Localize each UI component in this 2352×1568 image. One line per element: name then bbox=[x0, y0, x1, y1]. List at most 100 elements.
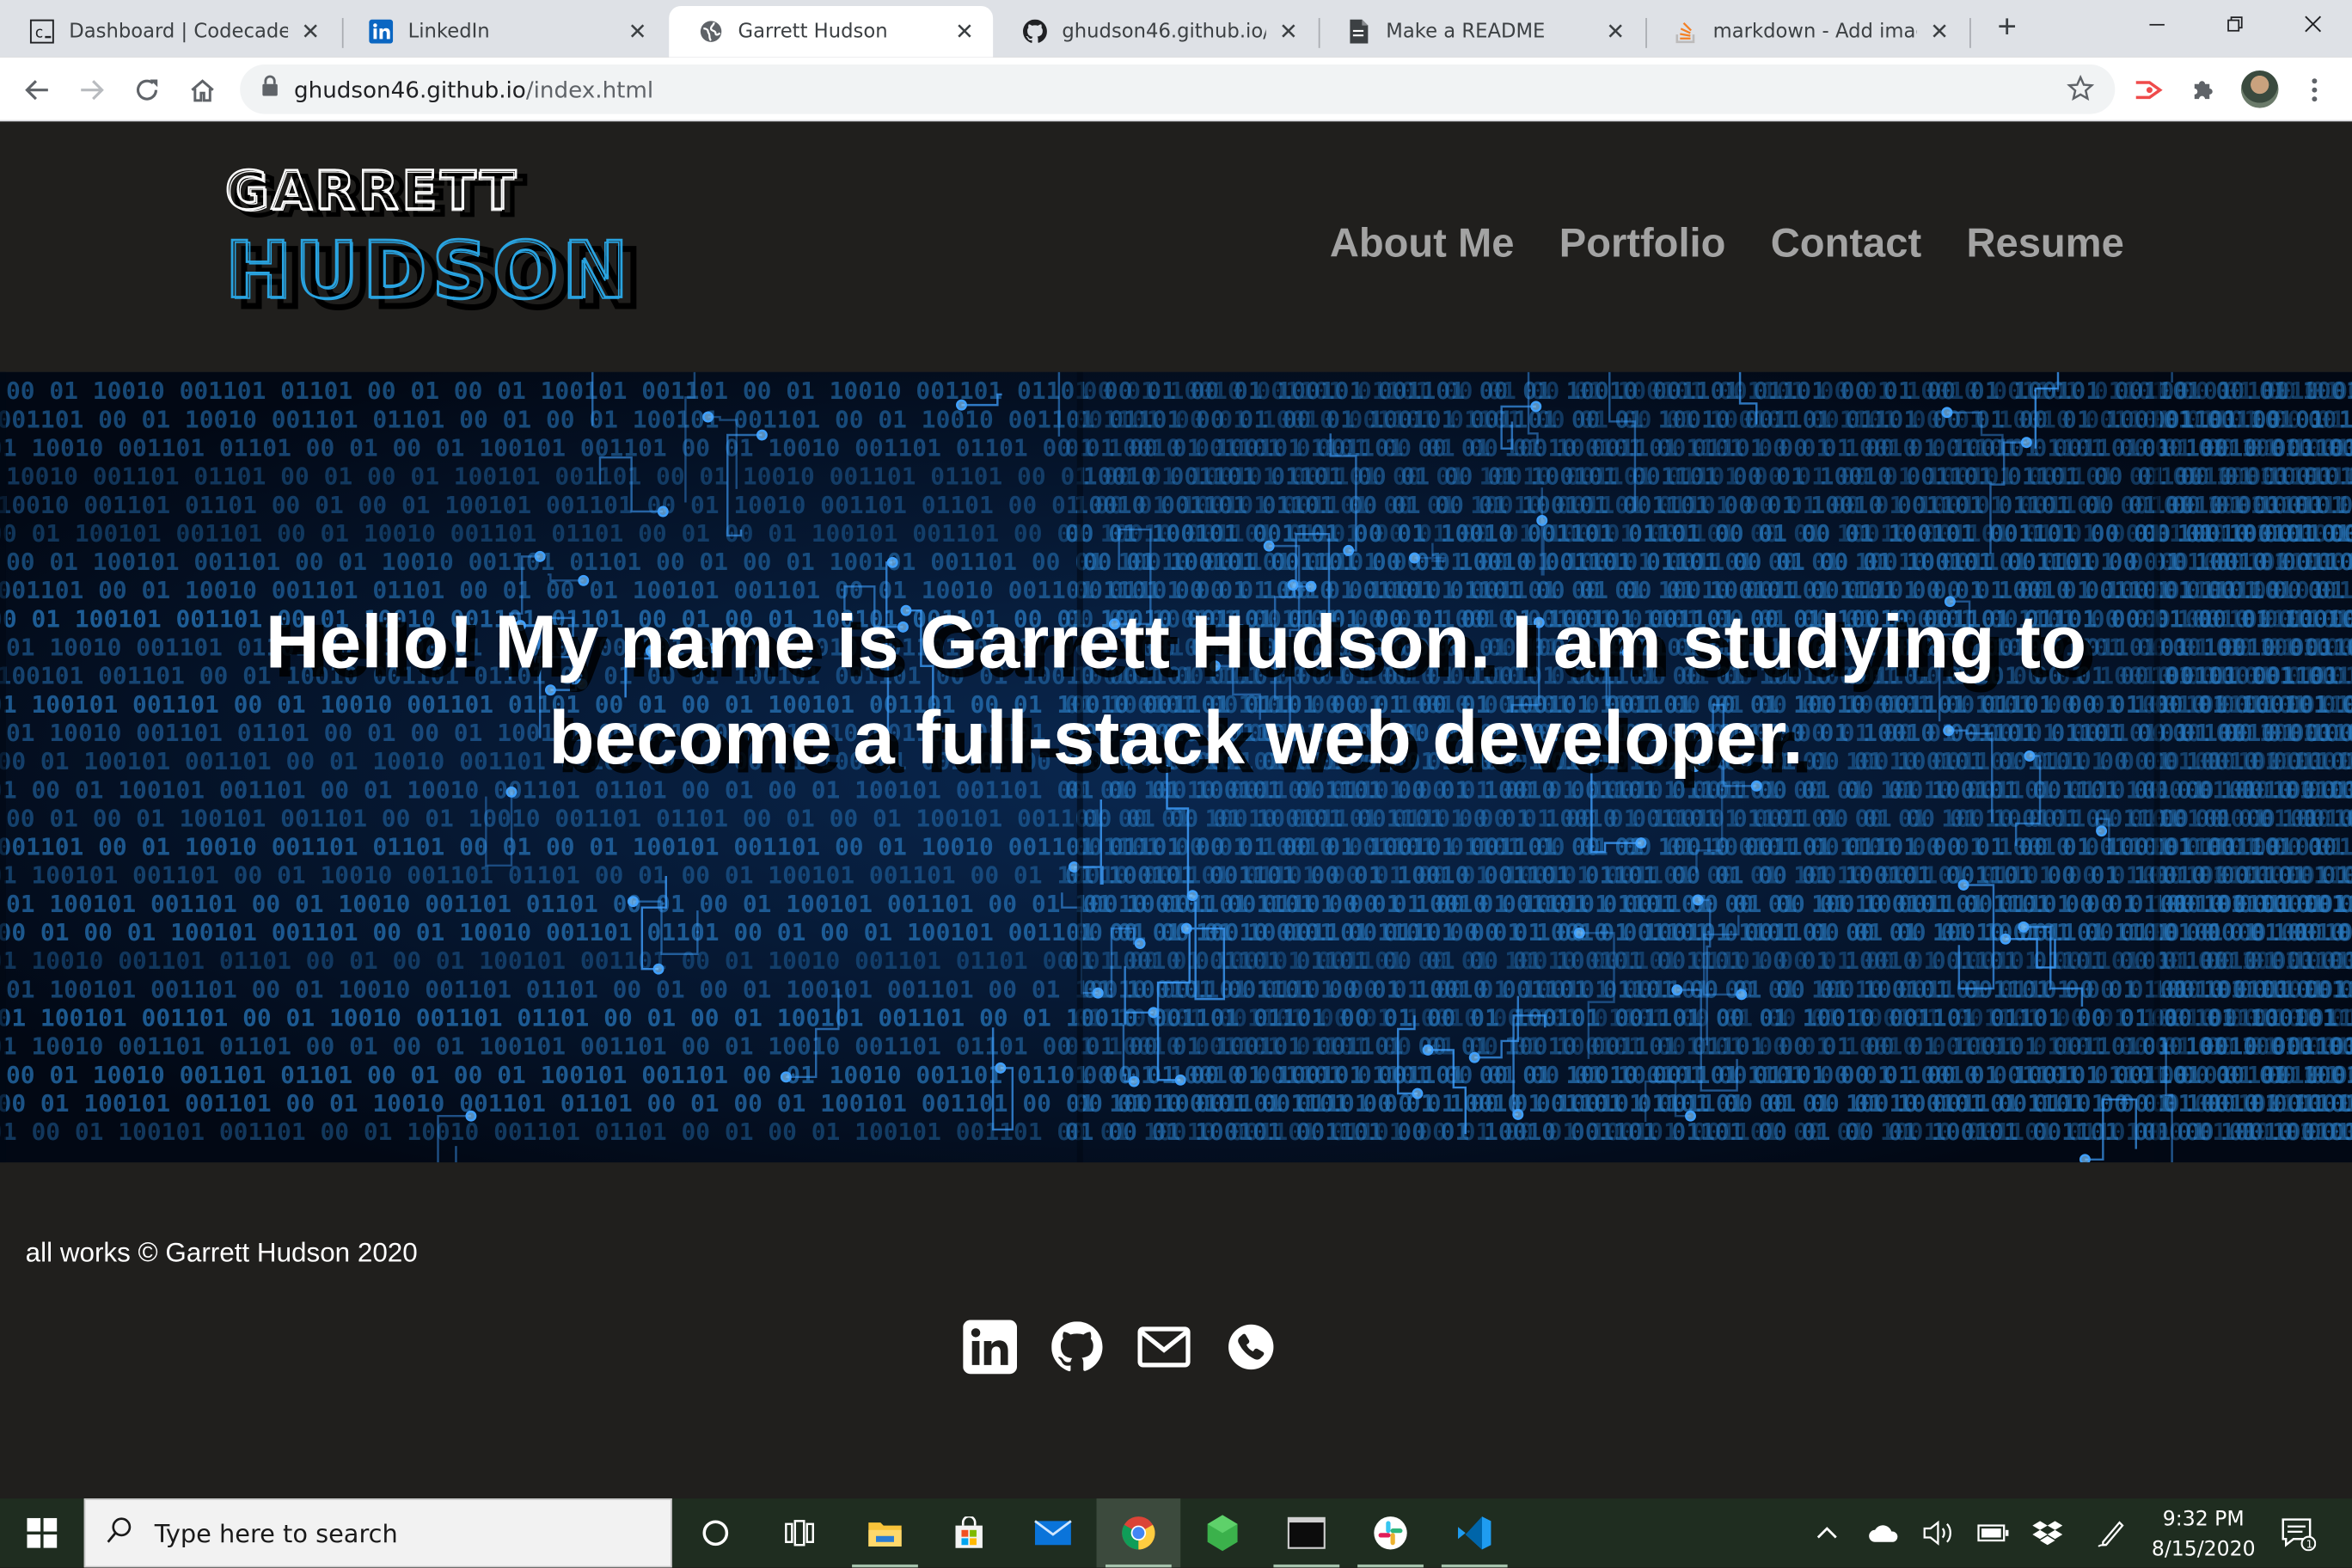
file-explorer-icon[interactable] bbox=[843, 1498, 928, 1568]
svg-text:00 01 10010 001101 01101 00 01: 00 01 10010 001101 01101 00 01 00 01 100… bbox=[2160, 1061, 2352, 1089]
lock-icon[interactable] bbox=[261, 75, 279, 103]
url-text[interactable]: ghudson46.github.io/index.html bbox=[294, 76, 653, 102]
svg-text:HUDSON: HUDSON bbox=[229, 228, 631, 312]
close-icon[interactable]: ✕ bbox=[297, 18, 323, 45]
close-icon[interactable]: ✕ bbox=[1275, 18, 1302, 45]
svg-text:01 00 01 100101 001101 00 01 1: 01 00 01 100101 001101 00 01 10010 00110… bbox=[2142, 1118, 2352, 1146]
social-links bbox=[961, 1319, 1277, 1375]
notifications-icon[interactable]: 1 bbox=[2273, 1498, 2324, 1567]
linkedin-icon[interactable] bbox=[961, 1319, 1017, 1375]
svg-text:10010 001101 01101 00 01 00 01: 10010 001101 01101 00 01 00 01 100101 00… bbox=[2151, 491, 2352, 519]
svg-text:01 10010 001101 01101 00 01 00: 01 10010 001101 01101 00 01 00 01 100101… bbox=[2142, 433, 2352, 462]
cast-extension-icon[interactable] bbox=[2127, 69, 2169, 111]
close-icon[interactable]: ✕ bbox=[1926, 18, 1952, 45]
svg-text:01 100101 001101 00 01 10010 0: 01 100101 001101 00 01 10010 001101 0110… bbox=[2160, 890, 2352, 918]
restore-button[interactable] bbox=[2196, 0, 2275, 48]
svg-text:01 100101 001101 00 01 10010 0: 01 100101 001101 00 01 10010 001101 0110… bbox=[2142, 861, 2352, 890]
svg-text:00 01 00 01 100101 001101 00 0: 00 01 00 01 100101 001101 00 01 10010 00… bbox=[2151, 918, 2352, 946]
forward-button[interactable] bbox=[70, 69, 113, 111]
hero-banner: 00 01 10010 001101 01101 00 01 00 01 100… bbox=[0, 371, 2352, 1163]
menu-kebab-icon[interactable] bbox=[2294, 69, 2336, 111]
svg-text:01 100101 001101 00 01 10010 0: 01 100101 001101 00 01 10010 001101 0110… bbox=[2160, 975, 2352, 1003]
nav-contact[interactable]: Contact bbox=[1771, 221, 1921, 267]
notification-count-badge: 1 bbox=[2306, 1538, 2313, 1550]
node-hexagon-icon[interactable] bbox=[1180, 1498, 1265, 1567]
microsoft-store-icon[interactable] bbox=[927, 1498, 1011, 1567]
svg-text:01 100101 001101 00 01 10010 0: 01 100101 001101 00 01 10010 001101 0110… bbox=[2151, 1004, 2352, 1032]
site-header: GARRETT GARRETT GARRETT HUDSON HUDSON HU… bbox=[0, 121, 2352, 372]
search-icon bbox=[107, 1516, 133, 1550]
clock-date: 8/15/2020 bbox=[2151, 1537, 2256, 1562]
dropbox-icon[interactable] bbox=[2026, 1498, 2068, 1567]
new-tab-button[interactable]: + bbox=[1989, 8, 2025, 46]
windows-start-icon[interactable] bbox=[0, 1498, 84, 1567]
onedrive-cloud-icon[interactable] bbox=[1863, 1498, 1905, 1567]
svg-text:00 01 00 01 100101 001101 00 0: 00 01 00 01 100101 001101 00 01 10010 00… bbox=[2160, 804, 2352, 832]
tab-github-readme[interactable]: ghudson46.github.io/README ✕ bbox=[993, 6, 1317, 57]
site-footer: all works © Garrett Hudson 2020 bbox=[0, 1162, 2352, 1499]
svg-text:00 01 100101 001101 00 01 1001: 00 01 100101 001101 00 01 10010 001101 0… bbox=[2151, 1089, 2352, 1118]
hero-heading: Hello! My name is Garrett Hudson. I am s… bbox=[265, 599, 2087, 781]
home-button[interactable] bbox=[181, 69, 224, 111]
nav-about-me[interactable]: About Me bbox=[1330, 221, 1515, 267]
task-view-icon[interactable] bbox=[757, 1498, 842, 1567]
nav-portfolio[interactable]: Portfolio bbox=[1559, 221, 1726, 267]
tab-markdown-add-image[interactable]: markdown - Add image ✕ bbox=[1644, 6, 1968, 57]
search-placeholder: Type here to search bbox=[154, 1518, 398, 1547]
back-button[interactable] bbox=[16, 69, 58, 111]
taskbar-search-input[interactable]: Type here to search bbox=[83, 1498, 672, 1568]
nav-resume[interactable]: Resume bbox=[1966, 221, 2123, 267]
document-icon bbox=[1347, 19, 1371, 44]
main-nav: About Me Portfolio Contact Resume bbox=[1330, 221, 2124, 267]
battery-icon[interactable] bbox=[1973, 1498, 2015, 1567]
svg-text:10010 001101 01101 00 01 00 01: 10010 001101 01101 00 01 00 01 100101 00… bbox=[2160, 462, 2352, 491]
show-hidden-icons-chevron-icon[interactable] bbox=[1808, 1498, 1847, 1567]
profile-avatar[interactable] bbox=[2240, 70, 2279, 108]
svg-text:01 10010 001101 01101 00 01 00: 01 10010 001101 01101 00 01 00 01 100101… bbox=[2142, 946, 2352, 975]
close-icon[interactable]: ✕ bbox=[951, 18, 977, 45]
tab-make-readme[interactable]: Make a README ✕ bbox=[1317, 6, 1644, 57]
copyright-text: all works © Garrett Hudson 2020 bbox=[25, 1237, 418, 1268]
clock-time: 9:32 PM bbox=[2162, 1507, 2245, 1532]
github-icon[interactable] bbox=[1049, 1319, 1105, 1375]
extensions-puzzle-icon[interactable] bbox=[2183, 69, 2225, 111]
email-icon[interactable] bbox=[1136, 1319, 1191, 1375]
codecademy-icon: c bbox=[29, 19, 54, 44]
close-window-button[interactable] bbox=[2274, 0, 2352, 48]
cortana-icon[interactable] bbox=[673, 1498, 757, 1567]
close-icon[interactable]: ✕ bbox=[624, 18, 651, 45]
svg-text:001101 00 01 10010 001101 0110: 001101 00 01 10010 001101 01101 00 01 00… bbox=[2151, 833, 2352, 861]
tab-strip: c Dashboard | Codecademy ✕ LinkedIn ✕ Ga… bbox=[0, 0, 2352, 58]
tab-garrett-hudson[interactable]: Garrett Hudson ✕ bbox=[669, 5, 994, 58]
taskbar-clock[interactable]: 9:32 PM 8/15/2020 bbox=[2136, 1504, 2271, 1565]
globe-icon bbox=[699, 20, 723, 44]
svg-text:00 01 100101 001101 00 01 1001: 00 01 100101 001101 00 01 10010 001101 0… bbox=[2142, 519, 2352, 548]
linkedin-icon bbox=[369, 19, 394, 44]
svg-text:c: c bbox=[34, 25, 44, 42]
phone-icon[interactable] bbox=[1222, 1319, 1278, 1375]
svg-text:00 01 10010 001101 01101 00 01: 00 01 10010 001101 01101 00 01 00 01 100… bbox=[2160, 377, 2352, 405]
site-logo[interactable]: GARRETT GARRETT GARRETT HUDSON HUDSON HU… bbox=[222, 155, 643, 328]
github-icon bbox=[1023, 19, 1047, 44]
address-bar[interactable]: ghudson46.github.io/index.html bbox=[240, 64, 2116, 114]
browser-toolbar: ghudson46.github.io/index.html bbox=[0, 57, 2352, 122]
stackoverflow-icon bbox=[1674, 20, 1698, 44]
reload-button[interactable] bbox=[126, 69, 168, 111]
terminal-icon[interactable] bbox=[1265, 1498, 1349, 1568]
vscode-icon[interactable] bbox=[1432, 1498, 1516, 1568]
mail-icon[interactable] bbox=[1011, 1498, 1095, 1567]
windows-taskbar: Type here to search 9:32 PM 8/15/2020 1 bbox=[0, 1498, 2352, 1568]
close-icon[interactable]: ✕ bbox=[1602, 18, 1629, 45]
star-icon[interactable] bbox=[2067, 74, 2095, 109]
slack-icon[interactable] bbox=[1349, 1498, 1433, 1568]
tab-linkedin[interactable]: LinkedIn ✕ bbox=[339, 6, 665, 57]
volume-icon[interactable] bbox=[1917, 1498, 1959, 1567]
tab-codecademy[interactable]: c Dashboard | Codecademy ✕ bbox=[0, 6, 339, 57]
minimize-button[interactable] bbox=[2118, 0, 2196, 48]
svg-text:001101 00 01 10010 001101 0110: 001101 00 01 10010 001101 01101 00 01 00… bbox=[2151, 405, 2352, 433]
svg-text:01 10010 001101 01101 00 01 00: 01 10010 001101 01101 00 01 00 01 100101… bbox=[2142, 1032, 2352, 1061]
pen-ink-icon[interactable] bbox=[2091, 1498, 2133, 1567]
chrome-taskbar-icon[interactable] bbox=[1096, 1498, 1181, 1568]
svg-text:00 01 100101 001101 00 01 1001: 00 01 100101 001101 00 01 10010 001101 0… bbox=[2160, 548, 2352, 576]
url-host: ghudson46.github.io bbox=[294, 76, 526, 103]
